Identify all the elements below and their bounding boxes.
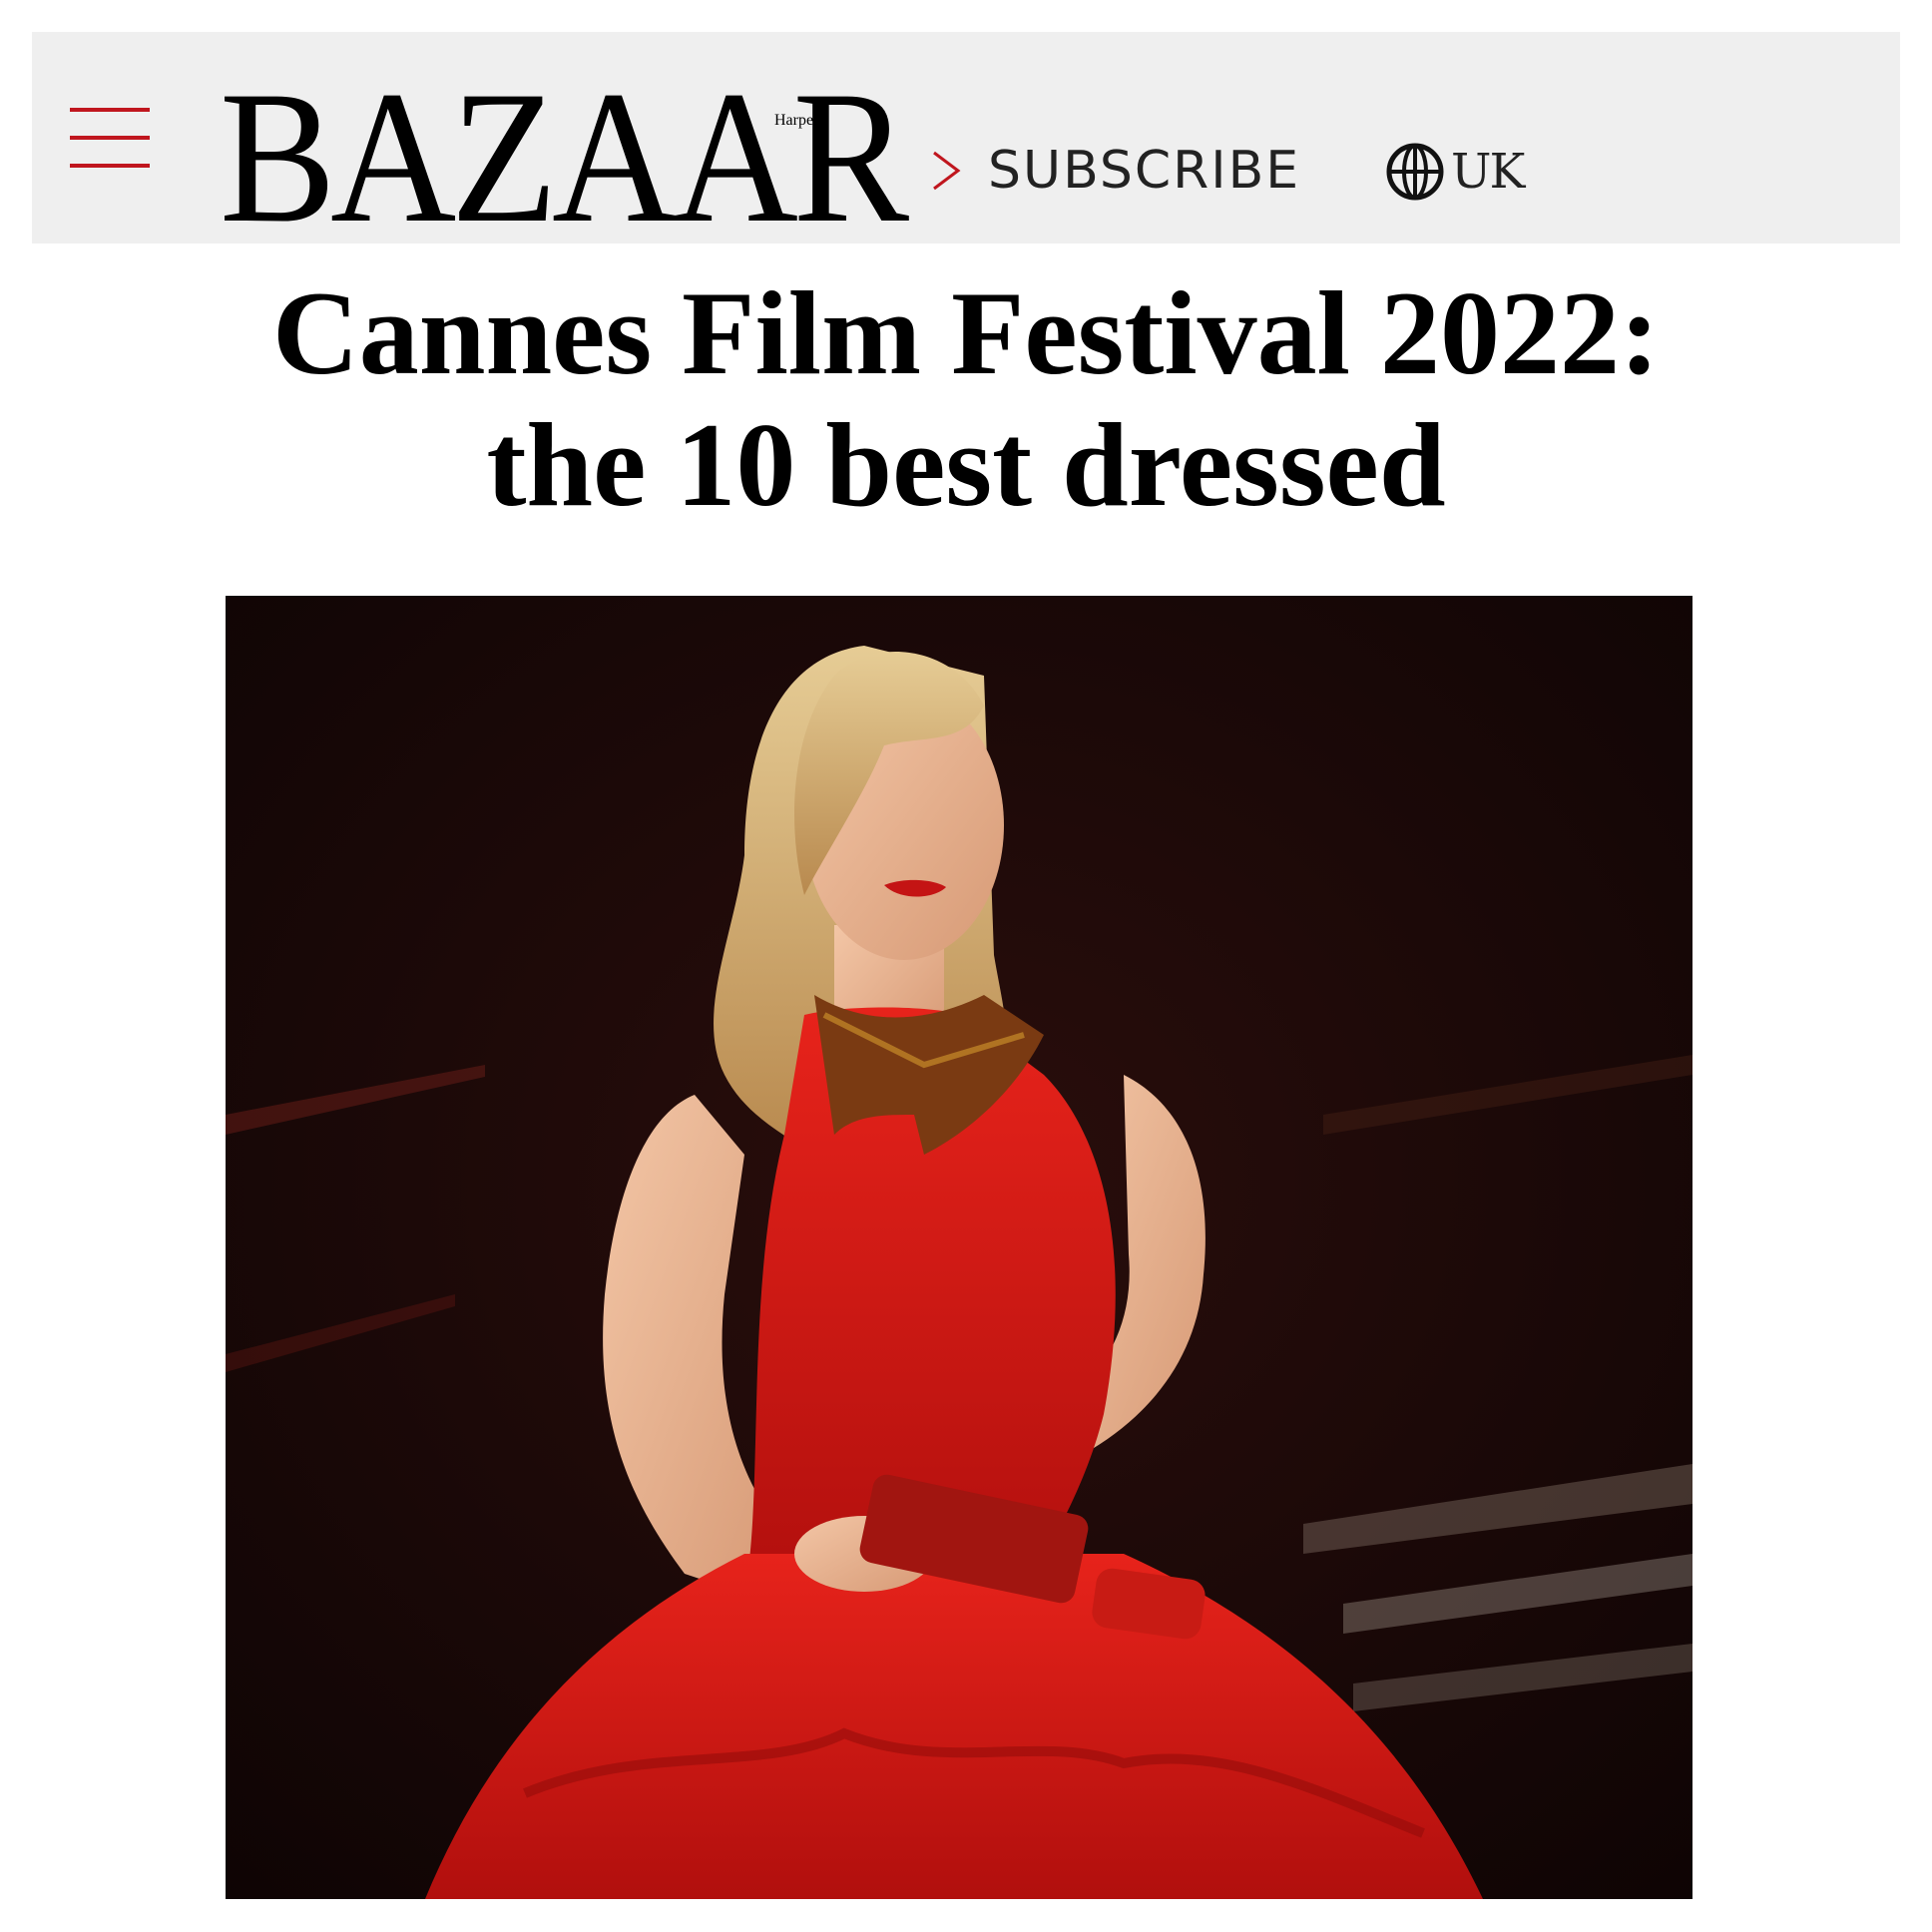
article-headline: Cannes Film Festival 2022: the 10 best d… [0, 267, 1932, 531]
headline-line-2: the 10 best dressed [486, 398, 1446, 531]
region-selector[interactable]: UK [1385, 140, 1525, 204]
chevron-right-icon [933, 151, 961, 191]
site-header: BAZAAR Harper's SUBSCRIBE UK [32, 32, 1900, 252]
subscribe-link[interactable]: SUBSCRIBE [930, 136, 1300, 206]
logo-superscript: Harper's [774, 112, 828, 129]
hero-image [226, 596, 1692, 1899]
bazaar-logo[interactable]: BAZAAR Harper's [220, 63, 909, 252]
hero-photo-illustration [226, 596, 1692, 1899]
subscribe-label: SUBSCRIBE [988, 141, 1301, 201]
region-label: UK [1451, 144, 1525, 200]
hamburger-menu-icon[interactable] [70, 102, 152, 174]
globe-icon [1386, 143, 1444, 201]
headline-line-1: Cannes Film Festival 2022: [272, 266, 1660, 399]
logo-wordmark: BAZAAR [220, 53, 909, 262]
